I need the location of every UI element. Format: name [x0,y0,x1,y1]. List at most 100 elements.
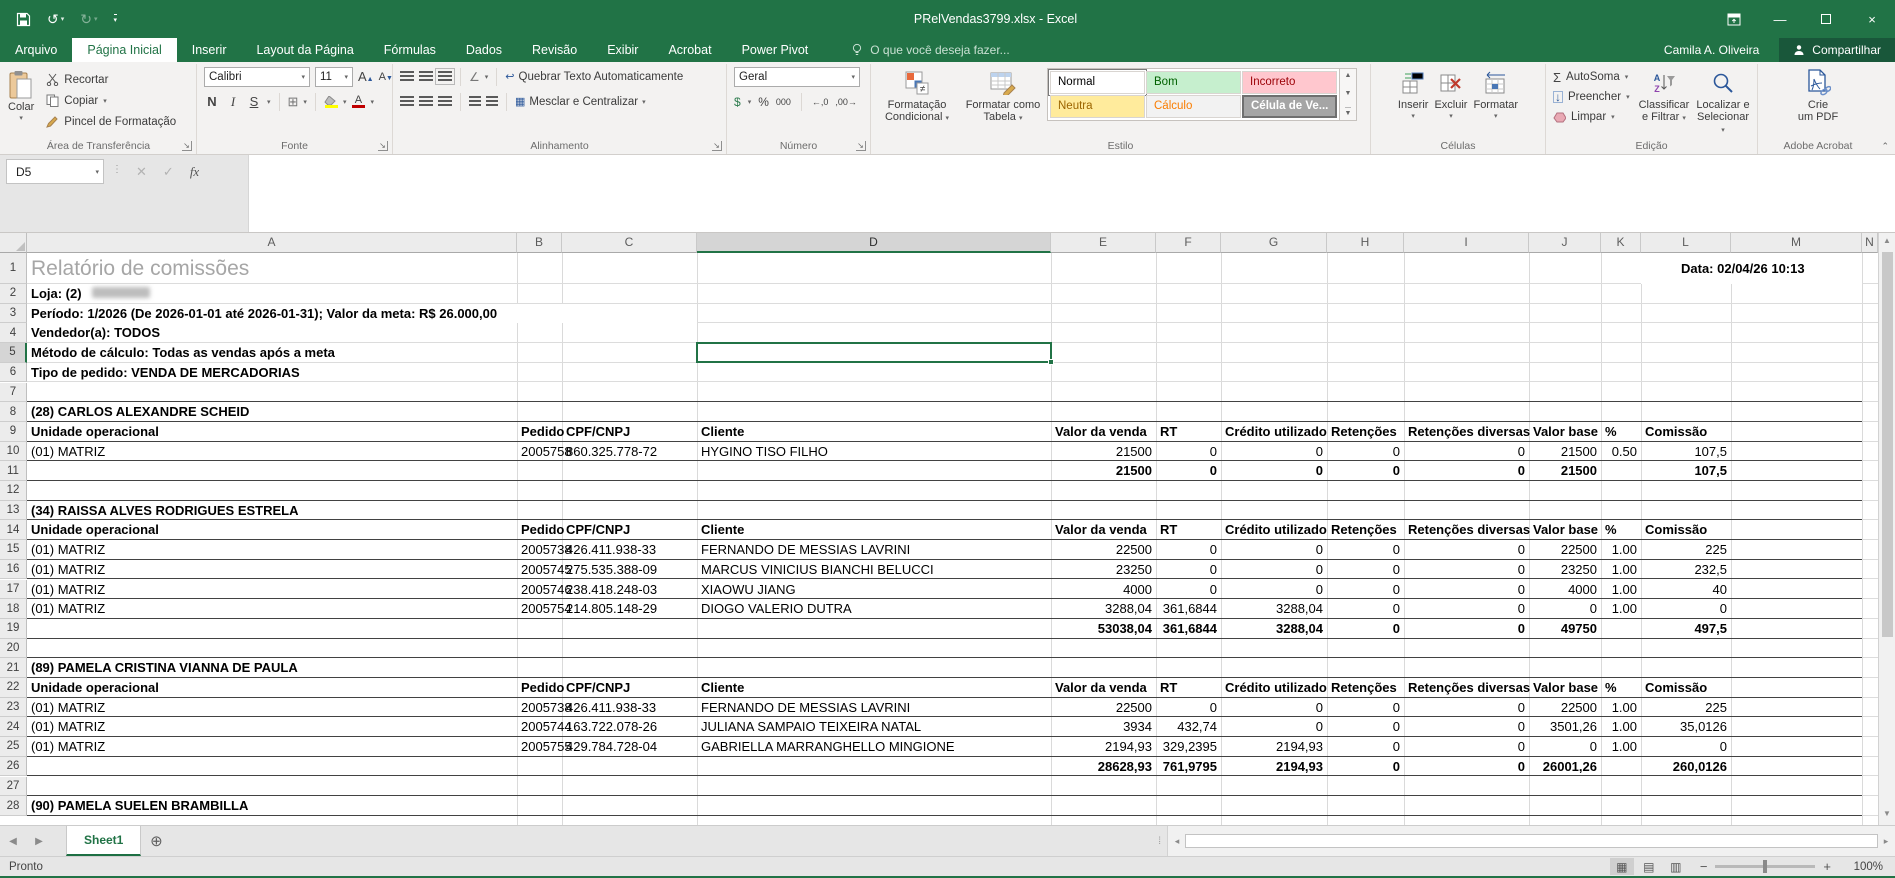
cell-J11[interactable]: 21500 [1529,461,1601,481]
cell-D16[interactable]: MARCUS VINICIUS BIANCHI BELUCCI [697,560,1051,580]
align-right-button[interactable] [438,96,452,107]
cell-E25[interactable]: 2194,93 [1051,737,1156,757]
customize-qat-button[interactable]: ▾ [114,14,118,24]
cell-F25[interactable]: 329,2395 [1156,737,1221,757]
vertical-scroll-thumb[interactable] [1882,252,1893,637]
cell-A23[interactable]: (01) MATRIZ [27,698,517,718]
cell-A21[interactable]: (89) PAMELA CRISTINA VIANNA DE PAULA [27,658,517,678]
cell-F16[interactable]: 0 [1156,560,1221,580]
row-header-13[interactable]: 13 [0,501,27,521]
spreadsheet-grid[interactable]: ABCDEFGHIJKLMN1Relatório de comissõesDat… [0,233,1878,825]
view-page-break-button[interactable]: ▥ [1664,858,1688,875]
tab-dados[interactable]: Dados [451,38,517,62]
cell-C10[interactable]: 860.325.778-72 [562,442,697,462]
cell-B24[interactable]: 2005744 [517,717,562,737]
accounting-format-button[interactable]: $ [734,95,741,109]
row-header-27[interactable]: 27 [0,777,27,797]
cell-E26[interactable]: 28628,93 [1051,757,1156,777]
tab-acrobat[interactable]: Acrobat [653,38,726,62]
col-header-L[interactable]: L [1641,233,1731,253]
tab-f-rmulas[interactable]: Fórmulas [369,38,451,62]
cell-C9[interactable]: CPF/CNPJ [562,422,697,442]
delete-cells-button[interactable]: Excluir ▾ [1431,66,1470,124]
zoom-out-button[interactable]: − [1700,859,1708,874]
cell-B25[interactable]: 2005755 [517,737,562,757]
cell-I17[interactable]: 0 [1404,580,1529,600]
cell-A4[interactable]: Vendedor(a): TODOS [27,323,517,343]
copy-button[interactable]: Copiar ▾ [43,90,179,111]
cell-L22[interactable]: Comissão [1641,678,1731,698]
cell-E19[interactable]: 53038,04 [1051,619,1156,639]
cell-I19[interactable]: 0 [1404,619,1529,639]
bold-button[interactable]: N [204,94,220,109]
row-header-11[interactable]: 11 [0,461,27,481]
cell-L17[interactable]: 40 [1641,580,1731,600]
user-account[interactable]: Camila A. Oliveira [1664,38,1759,62]
cell-B10[interactable]: 2005758 [517,442,562,462]
enter-icon[interactable]: ✓ [163,164,174,180]
cell-L25[interactable]: 0 [1641,737,1731,757]
cell-G11[interactable]: 0 [1221,461,1327,481]
cell-B18[interactable]: 2005754 [517,599,562,619]
horizontal-scroll-thumb[interactable] [1185,834,1878,848]
gallery-down-icon[interactable]: ▼ [1345,90,1352,97]
cell-D10[interactable]: HYGINO TISO FILHO [697,442,1051,462]
cell-C23[interactable]: 426.411.938-33 [562,698,697,718]
cut-button[interactable]: Recortar [43,69,179,90]
cell-F14[interactable]: RT [1156,520,1221,540]
zoom-slider[interactable] [1715,865,1815,868]
cell-K18[interactable]: 1.00 [1601,599,1641,619]
zoom-level[interactable]: 100% [1845,861,1883,873]
cell-C15[interactable]: 426.411.938-33 [562,540,697,560]
cell-C17[interactable]: 238.418.248-03 [562,580,697,600]
gallery-up-icon[interactable]: ▲ [1345,72,1352,79]
cell-A18[interactable]: (01) MATRIZ [27,599,517,619]
col-header-A[interactable]: A [27,233,517,253]
cell-A3[interactable]: Período: 1/2026 (De 2026-01-01 até 2026-… [27,304,697,324]
cell-L10[interactable]: 107,5 [1641,442,1731,462]
row-header-1[interactable]: 1 [0,253,27,284]
cell-E23[interactable]: 22500 [1051,698,1156,718]
dialog-launcher-icon[interactable]: ↘ [712,141,722,151]
fill-button[interactable]: ↓ Preencher ▾ [1550,87,1635,107]
undo-button[interactable]: ↺▾ [47,11,64,28]
row-header-23[interactable]: 23 [0,698,27,718]
row-header-15[interactable]: 15 [0,540,27,560]
row-header-21[interactable]: 21 [0,658,27,678]
cell-G17[interactable]: 0 [1221,580,1327,600]
cell-H17[interactable]: 0 [1327,580,1404,600]
cell-G25[interactable]: 2194,93 [1221,737,1327,757]
cell-K22[interactable]: % [1601,678,1641,698]
create-pdf-button[interactable]: Crie um PDF [1795,66,1841,124]
save-icon[interactable] [16,12,31,27]
minimize-button[interactable]: — [1757,0,1803,38]
cell-D14[interactable]: Cliente [697,520,1051,540]
cell-E9[interactable]: Valor da venda [1051,422,1156,442]
fill-color-button[interactable] [324,96,338,108]
cell-E11[interactable]: 21500 [1051,461,1156,481]
cell-L18[interactable]: 0 [1641,599,1731,619]
cell-I10[interactable]: 0 [1404,442,1529,462]
cell-I25[interactable]: 0 [1404,737,1529,757]
cell-E10[interactable]: 21500 [1051,442,1156,462]
cell-A1[interactable]: Relatório de comissões [27,253,517,284]
row-header-24[interactable]: 24 [0,717,27,737]
col-header-M[interactable]: M [1731,233,1862,253]
name-box[interactable]: D5 ▾ [6,159,104,184]
col-header-F[interactable]: F [1156,233,1221,253]
cell-A5[interactable]: Método de cálculo: Todas as vendas após … [27,343,517,363]
cell-E17[interactable]: 4000 [1051,580,1156,600]
cell-G18[interactable]: 3288,04 [1221,599,1327,619]
cell-E22[interactable]: Valor da venda [1051,678,1156,698]
cell-H26[interactable]: 0 [1327,757,1404,777]
merge-center-button[interactable]: ▦ Mesclar e Centralizar ▾ [515,95,646,108]
dialog-launcher-icon[interactable]: ↘ [856,141,866,151]
cell-B16[interactable]: 2005745 [517,560,562,580]
cell-I18[interactable]: 0 [1404,599,1529,619]
paste-button[interactable]: Colar ▾ [5,68,37,126]
row-header-18[interactable]: 18 [0,599,27,619]
cell-C24[interactable]: 163.722.078-26 [562,717,697,737]
cell-K9[interactable]: % [1601,422,1641,442]
cell-K16[interactable]: 1.00 [1601,560,1641,580]
cell-H9[interactable]: Retenções [1327,422,1404,442]
